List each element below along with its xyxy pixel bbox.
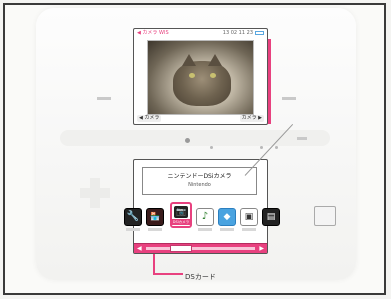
camera-app-label: DSiカメラ [172, 218, 190, 225]
power-indicator [185, 138, 190, 143]
app-shadow [148, 228, 162, 231]
settings-app-button[interactable]: 🔧 [124, 208, 142, 226]
app-shadow [126, 228, 140, 231]
cat-image [173, 61, 231, 106]
indicator-dot [275, 146, 278, 149]
callout-line-vertical [153, 254, 155, 274]
download-icon: ▣ [244, 211, 254, 222]
app-scrollbar[interactable]: ◀ ▶ [134, 243, 267, 253]
camera-app-button[interactable]: 📷 DSiカメラ [170, 202, 192, 228]
status-left-text: ◀ カメラ WIS [137, 30, 169, 36]
download-play-app-button[interactable]: ▣ [240, 208, 258, 226]
camera-left-button[interactable]: ◀ カメラ [137, 115, 162, 122]
scroll-right-arrow-icon[interactable]: ▶ [259, 245, 264, 252]
shop-app-button[interactable]: 🏪 [146, 208, 164, 226]
chat-icon: ◆ [223, 211, 231, 222]
app-shadow [220, 228, 234, 231]
pictochat-app-button[interactable]: ◆ [218, 208, 236, 226]
card-icon: ▤ [266, 211, 276, 222]
sound-app-button[interactable]: ♪ [196, 208, 214, 226]
app-shadow [198, 228, 212, 231]
dpad-icon [80, 178, 110, 208]
app-menu-row: 🔧 🏪 📷 DSiカメラ ♪ ◆ ▣ ▤ [122, 202, 282, 234]
selected-app-title: ニンテンドーDSiカメラ [167, 173, 232, 180]
app-shadow [242, 228, 256, 231]
indicator-dot [260, 146, 263, 149]
camera-lens-dot [210, 146, 213, 149]
cat-eye-right [210, 73, 216, 78]
selected-app-publisher: Nintendo [188, 182, 211, 188]
ds-card-callout-label: DSカード [185, 273, 216, 281]
ds-card-app-button[interactable]: ▤ [262, 208, 280, 226]
scroll-thumb[interactable] [170, 245, 192, 252]
cat-eye-left [189, 73, 195, 78]
left-speaker-mark [97, 97, 111, 100]
music-icon: ♪ [201, 211, 209, 222]
cat-ear-right [208, 54, 222, 66]
status-clock: 13 02 11 23 [222, 30, 253, 36]
console-hinge [60, 130, 330, 146]
battery-icon [255, 31, 264, 35]
right-speaker-mark [282, 97, 296, 100]
blank-app-slot[interactable] [314, 206, 336, 226]
scroll-track [146, 247, 255, 250]
selected-app-title-box: ニンテンドーDSiカメラ Nintendo [142, 167, 257, 195]
cat-ear-left [182, 54, 196, 66]
camera-icon: 📷 [174, 205, 188, 218]
callout-line-horizontal [153, 273, 183, 275]
top-screen: ◀ カメラ WIS 13 02 11 23 ◀ カメラ カメラ ▶ [133, 28, 271, 125]
wrench-icon: 🔧 [126, 211, 140, 222]
status-bar: ◀ カメラ WIS 13 02 11 23 [134, 29, 267, 38]
camera-preview-photo [147, 40, 254, 115]
camera-right-button[interactable]: カメラ ▶ [239, 115, 264, 122]
right-hinge-mark [297, 137, 307, 140]
shop-icon: 🏪 [150, 212, 160, 221]
scroll-left-arrow-icon[interactable]: ◀ [137, 245, 142, 252]
top-screen-accent [268, 39, 271, 124]
